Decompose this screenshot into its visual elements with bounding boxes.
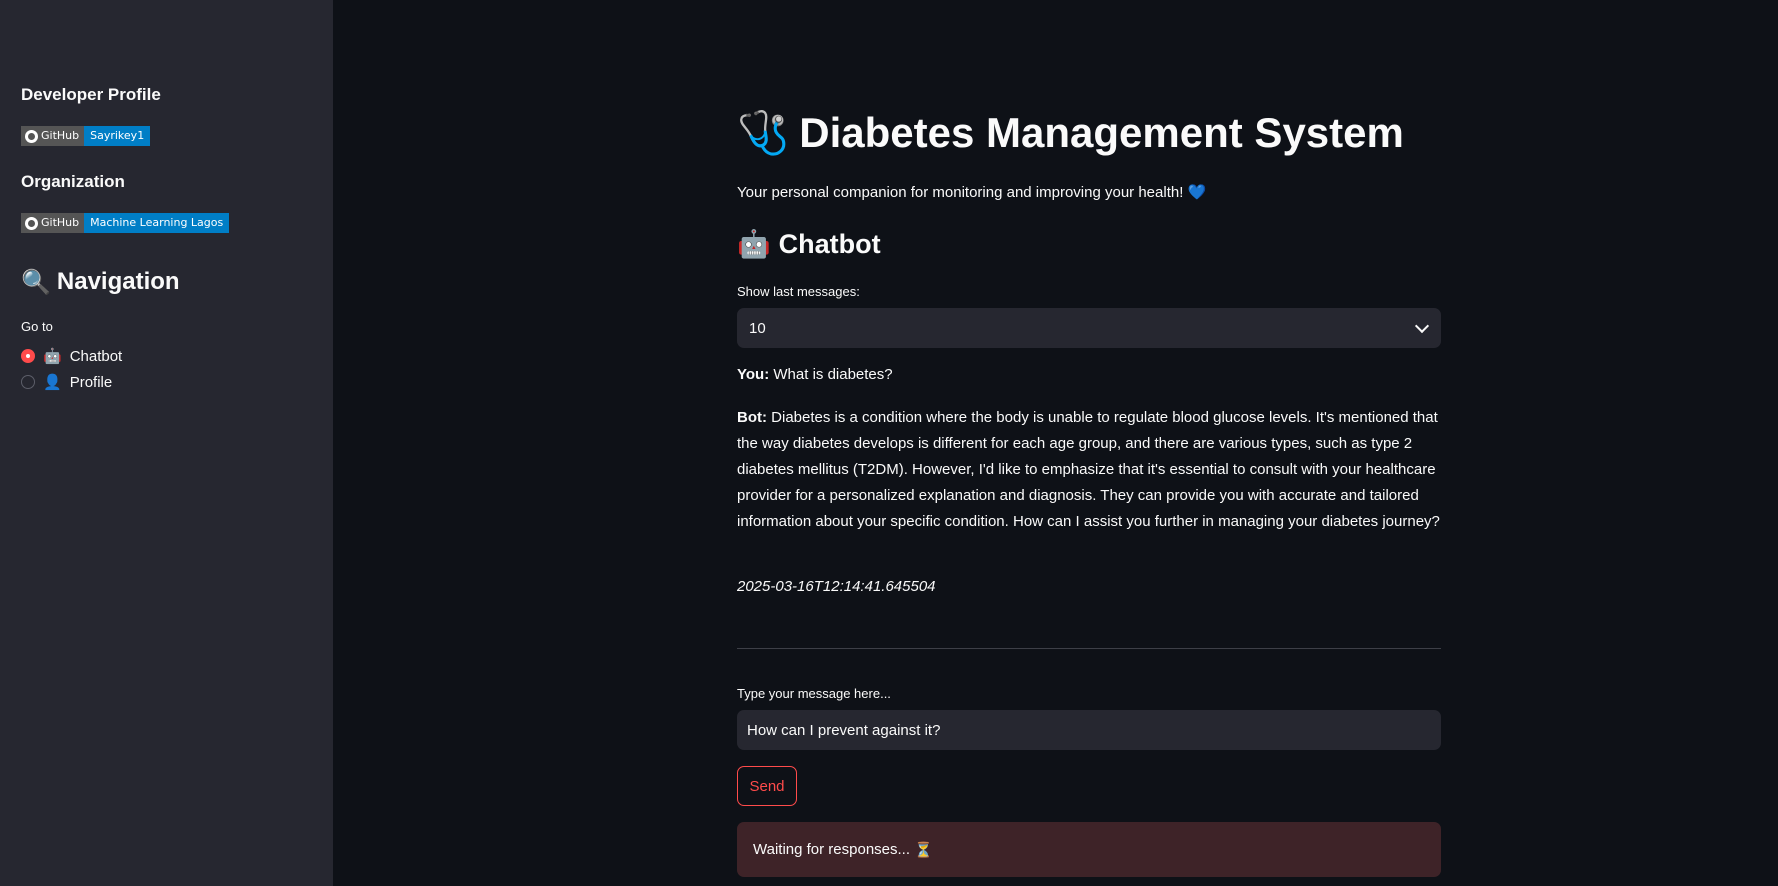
sidebar: Developer Profile GitHub Sayrikey1 Organ… xyxy=(0,0,333,886)
badge-value: Sayrikey1 xyxy=(84,126,151,146)
radio-label-profile: Profile xyxy=(69,373,113,391)
page-title-text: Diabetes Management System xyxy=(799,109,1404,156)
show-last-value: 10 xyxy=(749,319,766,337)
navigation-title-text: Navigation xyxy=(56,268,180,295)
stethoscope-icon: 🩺 xyxy=(737,108,790,157)
show-last-select[interactable]: 10 xyxy=(737,308,1441,348)
subtitle-text: Your personal companion for monitoring a… xyxy=(737,184,1184,201)
github-icon xyxy=(25,216,38,230)
message-speaker: You: xyxy=(737,366,770,383)
badge-value: Machine Learning Lagos xyxy=(84,213,230,233)
page-title: 🩺 Diabetes Management System xyxy=(737,108,1404,158)
chevron-down-icon xyxy=(1414,318,1430,334)
github-badge-developer[interactable]: GitHub Sayrikey1 xyxy=(21,126,151,146)
radio-option-chatbot[interactable]: 🤖 Chatbot xyxy=(21,347,122,365)
message-text: Diabetes is a condition where the body i… xyxy=(737,409,1440,530)
send-button[interactable]: Send xyxy=(737,766,797,806)
radio-button-selected[interactable] xyxy=(21,349,35,363)
message-speaker: Bot: xyxy=(737,409,767,426)
section-title: 🤖 Chatbot xyxy=(737,228,881,261)
message-text: What is diabetes? xyxy=(773,366,893,383)
hourglass-icon: ⏳ xyxy=(914,840,933,859)
developer-profile-heading: Developer Profile xyxy=(21,85,161,104)
robot-icon: 🤖 xyxy=(737,229,771,260)
chat-message-user: You: What is diabetes? xyxy=(737,362,1441,388)
status-alert: Waiting for responses... ⏳ xyxy=(737,822,1441,877)
organization-heading: Organization xyxy=(21,172,125,191)
goto-label: Go to xyxy=(21,319,53,334)
search-icon: 🔍 xyxy=(21,268,51,296)
blue-heart-icon: 💙 xyxy=(1187,183,1207,201)
page-subtitle: Your personal companion for monitoring a… xyxy=(737,183,1206,201)
app: Developer Profile GitHub Sayrikey1 Organ… xyxy=(0,0,1778,886)
message-timestamp: 2025-03-16T12:14:41.645504 xyxy=(737,578,936,595)
radio-label-chatbot: Chatbot xyxy=(69,347,123,365)
badge-label: GitHub xyxy=(41,216,80,229)
chat-message-bot: Bot: Diabetes is a condition where the b… xyxy=(737,405,1441,535)
github-icon xyxy=(25,129,38,143)
user-icon: 👤 xyxy=(43,373,62,391)
section-title-text: Chatbot xyxy=(778,228,881,259)
navigation-title: 🔍 Navigation xyxy=(21,268,180,296)
divider xyxy=(737,648,1441,649)
badge-label: GitHub xyxy=(41,129,80,142)
message-input[interactable] xyxy=(737,710,1441,750)
github-badge-organization[interactable]: GitHub Machine Learning Lagos xyxy=(21,213,230,233)
radio-option-profile[interactable]: 👤 Profile xyxy=(21,373,112,391)
radio-button[interactable] xyxy=(21,375,35,389)
robot-icon: 🤖 xyxy=(43,347,62,365)
status-text: Waiting for responses... xyxy=(753,841,911,858)
message-input-label: Type your message here... xyxy=(737,686,891,701)
show-last-label: Show last messages: xyxy=(737,284,860,299)
